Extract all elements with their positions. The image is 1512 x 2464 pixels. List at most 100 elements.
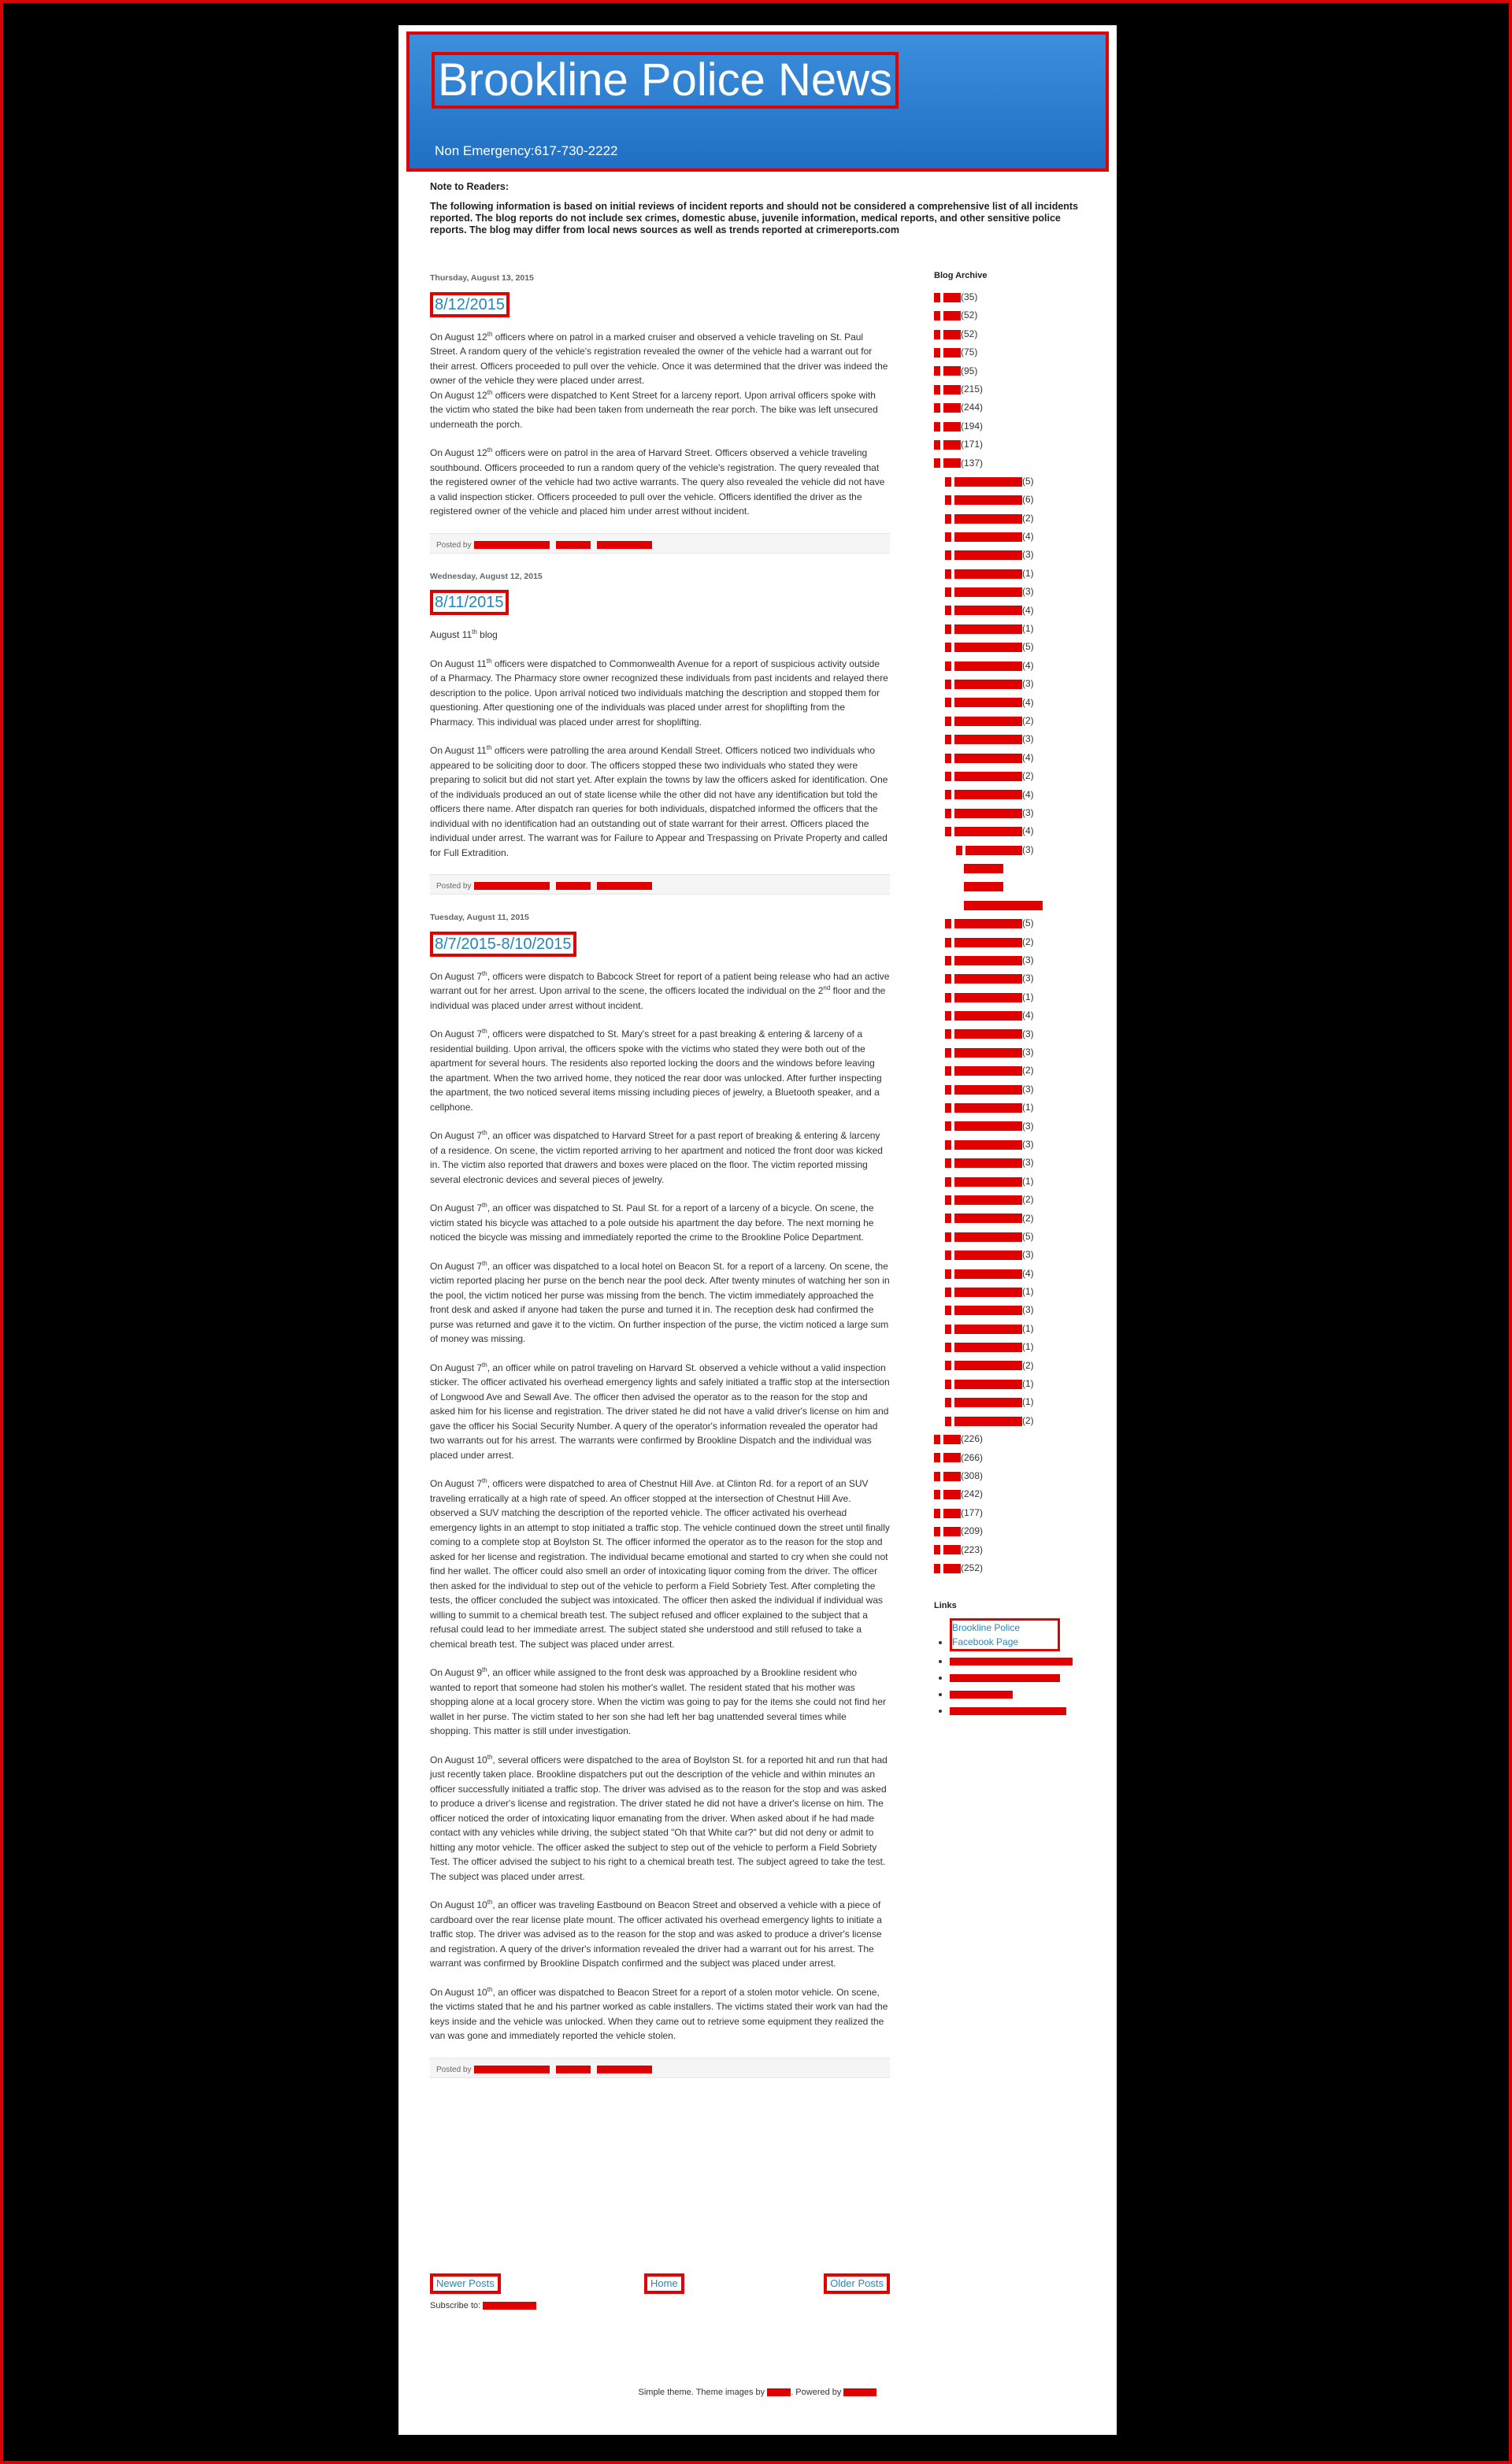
archive-toggle[interactable] bbox=[945, 1158, 951, 1169]
archive-link[interactable] bbox=[954, 1047, 1022, 1058]
archive-link[interactable] bbox=[954, 643, 1022, 653]
archive-toggle[interactable] bbox=[945, 1306, 951, 1316]
archive-toggle[interactable] bbox=[945, 532, 951, 542]
archive-link[interactable] bbox=[954, 1306, 1022, 1316]
external-link[interactable] bbox=[950, 1674, 1060, 1683]
archive-toggle[interactable] bbox=[945, 919, 951, 929]
archive-link[interactable] bbox=[943, 292, 961, 302]
archive-toggle[interactable] bbox=[945, 495, 951, 506]
archive-link[interactable] bbox=[954, 1066, 1022, 1076]
archive-link[interactable] bbox=[943, 439, 961, 450]
archive-link[interactable] bbox=[954, 476, 1022, 487]
archive-toggle[interactable] bbox=[945, 513, 951, 524]
archive-toggle[interactable] bbox=[934, 458, 940, 469]
archive-toggle[interactable] bbox=[945, 1084, 951, 1095]
archive-toggle[interactable] bbox=[945, 1324, 951, 1334]
archive-toggle[interactable] bbox=[945, 1047, 951, 1058]
archive-link[interactable] bbox=[954, 1158, 1022, 1169]
archive-link[interactable] bbox=[954, 680, 1022, 690]
archive-link[interactable] bbox=[954, 1011, 1022, 1021]
archive-toggle[interactable] bbox=[934, 421, 940, 432]
archive-toggle[interactable] bbox=[945, 606, 951, 616]
archive-link[interactable] bbox=[954, 771, 1022, 781]
post-title-link[interactable]: 8/12/2015 bbox=[430, 291, 510, 317]
archive-toggle[interactable] bbox=[945, 1029, 951, 1039]
archive-toggle[interactable] bbox=[945, 1269, 951, 1279]
post-time-link[interactable] bbox=[556, 540, 591, 549]
archive-link[interactable] bbox=[954, 1176, 1022, 1187]
archive-link[interactable] bbox=[954, 624, 1022, 634]
archive-link[interactable] bbox=[954, 1269, 1022, 1279]
comments-link[interactable] bbox=[597, 540, 653, 549]
archive-toggle[interactable] bbox=[945, 550, 951, 561]
archive-link[interactable] bbox=[954, 1416, 1022, 1426]
archive-link[interactable] bbox=[954, 698, 1022, 708]
archive-link[interactable] bbox=[954, 1251, 1022, 1261]
archive-link[interactable] bbox=[954, 1213, 1022, 1224]
archive-toggle[interactable] bbox=[945, 643, 951, 653]
archive-toggle[interactable] bbox=[945, 624, 951, 634]
archive-link[interactable] bbox=[965, 845, 1022, 855]
archive-toggle[interactable] bbox=[945, 771, 951, 781]
archive-toggle[interactable] bbox=[945, 790, 951, 800]
archive-toggle[interactable] bbox=[945, 1232, 951, 1242]
archive-toggle[interactable] bbox=[934, 1508, 940, 1518]
archive-link[interactable] bbox=[954, 513, 1022, 524]
archive-toggle[interactable] bbox=[934, 1545, 940, 1555]
archive-link[interactable] bbox=[954, 1195, 1022, 1205]
archive-link[interactable] bbox=[954, 532, 1022, 542]
archive-link[interactable] bbox=[954, 587, 1022, 598]
archive-link[interactable] bbox=[954, 753, 1022, 763]
archive-toggle[interactable] bbox=[934, 1471, 940, 1481]
archive-toggle[interactable] bbox=[934, 439, 940, 450]
archive-link[interactable] bbox=[954, 569, 1022, 579]
archive-link[interactable] bbox=[964, 882, 1003, 892]
archive-link[interactable] bbox=[943, 1435, 961, 1445]
subscribe-link[interactable] bbox=[483, 2302, 537, 2310]
archive-toggle[interactable] bbox=[945, 1361, 951, 1371]
archive-toggle[interactable] bbox=[934, 403, 940, 413]
archive-toggle[interactable] bbox=[945, 974, 951, 984]
archive-link[interactable] bbox=[943, 1490, 961, 1500]
archive-link[interactable] bbox=[954, 661, 1022, 671]
external-link[interactable] bbox=[950, 1658, 1073, 1666]
archive-link[interactable] bbox=[954, 1103, 1022, 1113]
archive-toggle[interactable] bbox=[934, 1527, 940, 1536]
archive-link[interactable] bbox=[954, 1324, 1022, 1334]
archive-toggle[interactable] bbox=[934, 1435, 940, 1445]
archive-link[interactable] bbox=[954, 1084, 1022, 1095]
archive-toggle[interactable] bbox=[934, 329, 940, 339]
post-time-link[interactable] bbox=[556, 2065, 591, 2073]
archive-link[interactable] bbox=[943, 384, 961, 395]
archive-toggle[interactable] bbox=[945, 569, 951, 579]
post-title-link[interactable]: 8/11/2015 bbox=[430, 590, 509, 615]
archive-link[interactable] bbox=[954, 606, 1022, 616]
archive-link[interactable] bbox=[954, 919, 1022, 929]
archive-link[interactable] bbox=[954, 955, 1022, 965]
archive-link[interactable] bbox=[954, 495, 1022, 506]
archive-toggle[interactable] bbox=[934, 1563, 940, 1573]
archive-link[interactable] bbox=[943, 311, 961, 321]
archive-toggle[interactable] bbox=[945, 1195, 951, 1205]
archive-toggle[interactable] bbox=[945, 1416, 951, 1426]
archive-link[interactable] bbox=[954, 1398, 1022, 1408]
archive-link[interactable] bbox=[954, 550, 1022, 561]
comments-link[interactable] bbox=[597, 882, 653, 891]
archive-toggle[interactable] bbox=[945, 1011, 951, 1021]
archive-link[interactable] bbox=[943, 403, 961, 413]
archive-link[interactable] bbox=[943, 1527, 961, 1536]
archive-toggle[interactable] bbox=[945, 476, 951, 487]
archive-toggle[interactable] bbox=[945, 716, 951, 726]
archive-link[interactable] bbox=[943, 421, 961, 432]
archive-link[interactable] bbox=[954, 1343, 1022, 1353]
archive-link[interactable] bbox=[964, 900, 1043, 910]
archive-toggle[interactable] bbox=[945, 955, 951, 965]
archive-toggle[interactable] bbox=[934, 292, 940, 302]
archive-toggle[interactable] bbox=[945, 698, 951, 708]
archive-toggle[interactable] bbox=[934, 348, 940, 358]
archive-link[interactable] bbox=[943, 329, 961, 339]
archive-toggle[interactable] bbox=[934, 311, 940, 321]
archive-link[interactable] bbox=[954, 937, 1022, 947]
archive-link[interactable] bbox=[943, 1508, 961, 1518]
external-link[interactable] bbox=[950, 1707, 1066, 1716]
